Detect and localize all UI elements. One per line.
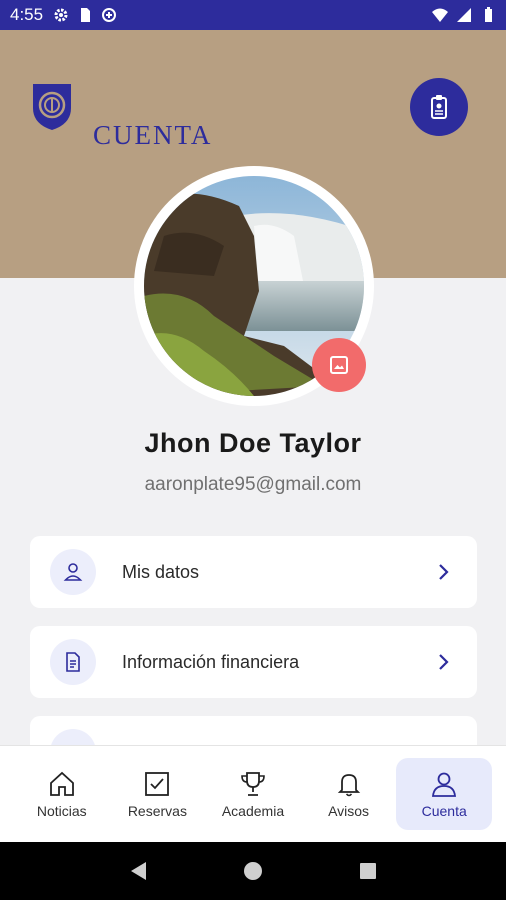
profile-email: aaronplate95@gmail.com bbox=[144, 474, 362, 495]
data-saver-icon bbox=[102, 8, 117, 22]
trophy-icon bbox=[241, 772, 265, 796]
chevron-right-icon bbox=[439, 654, 449, 670]
chevron-right-icon bbox=[439, 564, 449, 580]
nav-label: Noticias bbox=[36, 803, 87, 819]
nav-item-cuenta[interactable]: Cuenta bbox=[396, 758, 492, 830]
nav-item-noticias[interactable]: Noticias bbox=[14, 758, 110, 830]
user-icon bbox=[432, 772, 457, 797]
menu-item-mis-datos[interactable]: Mis datos bbox=[30, 536, 477, 608]
settings-icon bbox=[54, 8, 68, 22]
battery-icon bbox=[485, 7, 492, 22]
menu-item-label: Mis datos bbox=[122, 561, 200, 582]
change-photo-button[interactable] bbox=[312, 338, 366, 392]
sim-card-icon bbox=[81, 8, 91, 22]
checkbox-icon bbox=[145, 772, 170, 796]
nav-label: Cuenta bbox=[421, 803, 467, 819]
back-icon[interactable] bbox=[128, 860, 148, 882]
nav-label: Avisos bbox=[328, 803, 370, 819]
status-time: 4:55 bbox=[10, 5, 44, 24]
image-icon bbox=[330, 356, 348, 374]
wifi-icon bbox=[432, 8, 448, 22]
home-icon bbox=[49, 771, 74, 796]
menu-item-informacion-financiera[interactable]: Información financiera bbox=[30, 626, 477, 698]
nav-label: Reservas bbox=[127, 803, 187, 819]
menu-item-label: Información financiera bbox=[122, 651, 300, 672]
nav-item-reservas[interactable]: Reservas bbox=[110, 758, 206, 830]
nav-item-academia[interactable]: Academia bbox=[205, 758, 301, 830]
card-icon-wrap bbox=[50, 549, 96, 595]
page-title: CUENTA bbox=[93, 120, 213, 150]
card-icon-wrap bbox=[50, 639, 96, 685]
id-badge-icon bbox=[431, 95, 447, 119]
recents-icon[interactable] bbox=[358, 861, 378, 881]
status-bar: 4:55 bbox=[0, 0, 506, 30]
id-card-button[interactable] bbox=[410, 78, 468, 136]
document-icon bbox=[66, 652, 80, 672]
bottom-nav: Noticias Reservas Academia Avisos Cuenta bbox=[0, 745, 506, 842]
nav-label: Academia bbox=[221, 803, 285, 819]
nav-item-avisos[interactable]: Avisos bbox=[301, 758, 397, 830]
signal-icon bbox=[457, 8, 471, 22]
bell-icon bbox=[337, 774, 360, 797]
user-icon bbox=[63, 563, 83, 581]
profile-name: Jhon Doe Taylor bbox=[144, 428, 362, 458]
system-nav-bar bbox=[0, 842, 506, 900]
club-logo bbox=[33, 84, 71, 130]
home-circle-icon[interactable] bbox=[243, 861, 263, 881]
